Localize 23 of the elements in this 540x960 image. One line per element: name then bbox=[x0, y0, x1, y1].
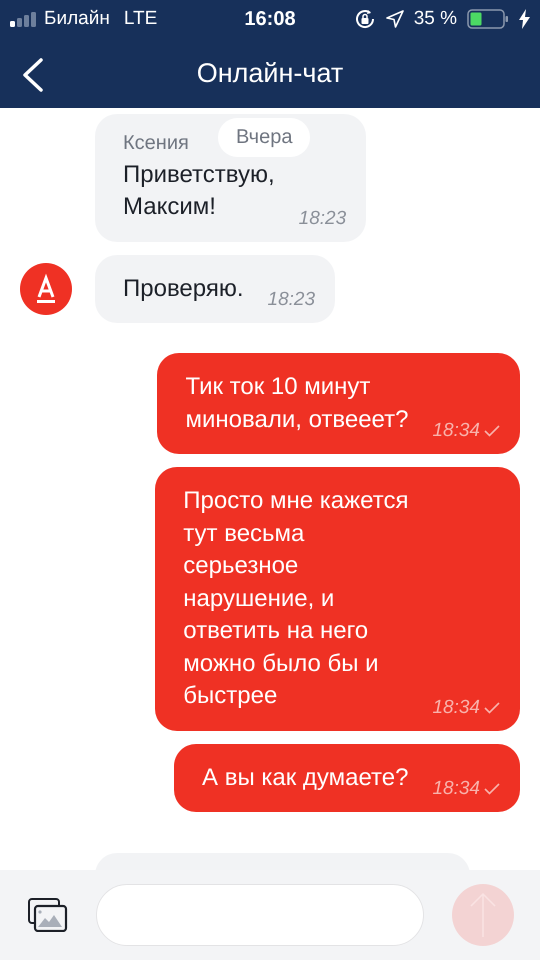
message-text: Тик ток 10 минут миновали, отвееет? bbox=[185, 372, 408, 434]
message-time: 18:34 bbox=[432, 696, 480, 718]
carrier-name: Билайн bbox=[44, 8, 110, 30]
message-text: А вы как думаете? bbox=[202, 762, 408, 792]
screen-title: Онлайн-чат bbox=[196, 58, 344, 88]
message-time: 18:23 bbox=[268, 289, 316, 311]
message-text: Просто мне кажется тут весьма серьезное нарушение, и ответить на него можно было бы и быстрее bbox=[183, 486, 408, 711]
battery-icon bbox=[467, 9, 509, 29]
signal-icon bbox=[10, 11, 38, 27]
charging-bolt-icon bbox=[519, 9, 530, 29]
rotation-lock-icon bbox=[354, 8, 376, 30]
message-text: Проверяю. bbox=[123, 274, 244, 304]
message-time: 18:34 bbox=[432, 778, 480, 800]
message-time: 18:34 bbox=[432, 420, 480, 442]
message-time: 18:23 bbox=[298, 208, 346, 230]
clock-time: 16:08 bbox=[244, 8, 296, 30]
date-chip: Вчера bbox=[218, 118, 310, 157]
message-text: Приветствую, Максим! bbox=[123, 160, 275, 222]
battery-percent: 35 % bbox=[414, 8, 457, 30]
sender-name: Ксения bbox=[123, 132, 189, 154]
gallery-icon[interactable] bbox=[28, 898, 68, 932]
location-arrow-icon bbox=[386, 10, 404, 28]
network-type: LTE bbox=[124, 8, 158, 30]
